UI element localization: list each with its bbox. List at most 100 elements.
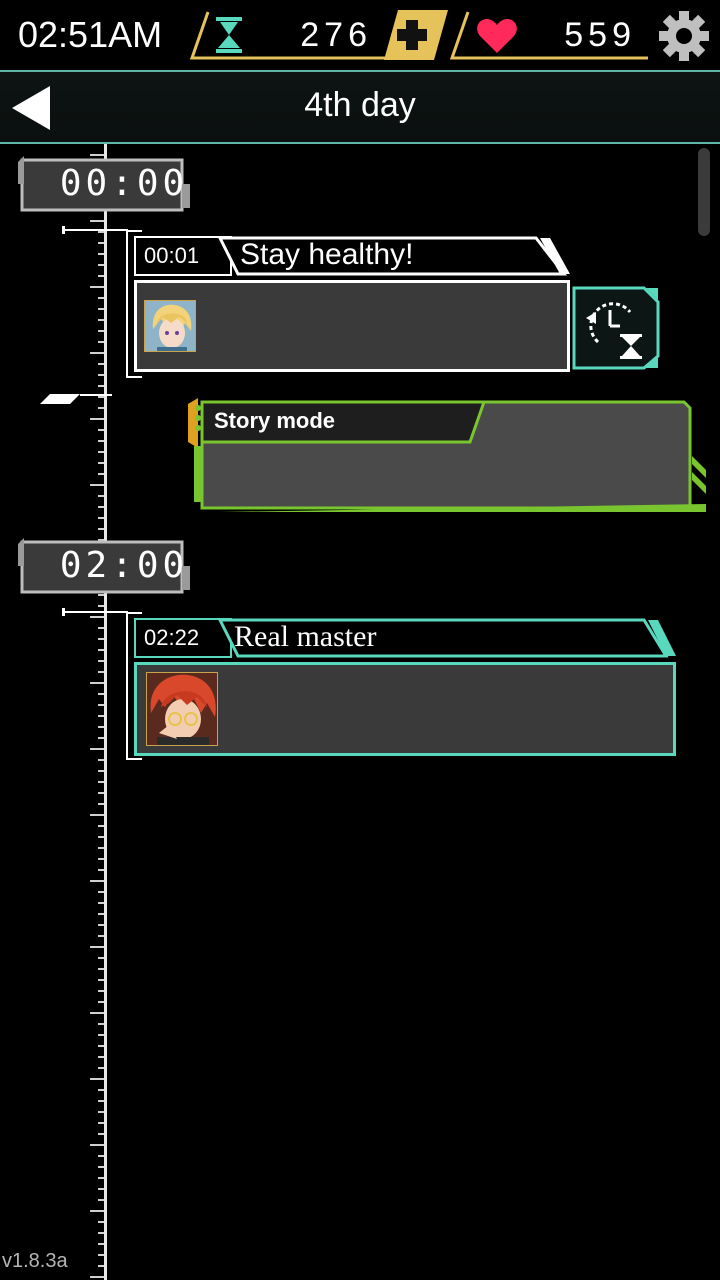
- chat-card-stay-healthy[interactable]: 00:01 Stay healthy!: [134, 236, 574, 376]
- timeline-tick: [98, 957, 104, 959]
- story-mode-label: Story mode: [214, 408, 336, 433]
- timeline-tick: [98, 308, 104, 310]
- timeline-tick: [90, 220, 104, 222]
- timeline-tick: [98, 1056, 104, 1058]
- timeline-tick: [98, 781, 104, 783]
- timeline-tick: [98, 517, 104, 519]
- timeline-tick: [98, 1254, 104, 1256]
- timeline-tick: [98, 726, 104, 728]
- timeline-tick: [98, 693, 104, 695]
- time-slot-label: 02:00: [59, 545, 189, 586]
- timeline-tick: [90, 748, 104, 750]
- time-slot-02-00: 02:00: [18, 536, 192, 598]
- timeline-tick: [98, 847, 104, 849]
- timeline-tick: [98, 528, 104, 530]
- chat-body: [134, 280, 570, 372]
- timeline-tick: [98, 1243, 104, 1245]
- timeline-tick: [90, 418, 104, 420]
- timeline-tick: [98, 803, 104, 805]
- timeline-tick: [98, 715, 104, 717]
- timeline-tick: [98, 649, 104, 651]
- timeline-tick: [98, 968, 104, 970]
- timeline-tick: [98, 671, 104, 673]
- timeline-tick: [98, 1232, 104, 1234]
- heart-counter: 559: [450, 10, 650, 60]
- timeline-tick: [98, 627, 104, 629]
- timeline-tick: [98, 1133, 104, 1135]
- time-travel-button[interactable]: [572, 284, 660, 370]
- timeline-tick: [98, 1188, 104, 1190]
- timeline-tick: [98, 1023, 104, 1025]
- timeline-tick: [98, 913, 104, 915]
- timeline-tick: [98, 1089, 104, 1091]
- timeline-tick: [98, 407, 104, 409]
- timeline-tick: [90, 1078, 104, 1080]
- timeline-tick: [98, 935, 104, 937]
- hourglass-icon: [216, 17, 242, 53]
- status-bar: 02:51AM 276 559: [0, 0, 720, 70]
- timeline-tick: [98, 660, 104, 662]
- scrollbar[interactable]: [698, 148, 710, 236]
- timeline-tick: [98, 506, 104, 508]
- clock-text: 02:51AM: [18, 14, 163, 55]
- timeline-tick: [90, 616, 104, 618]
- hourglass-count: 276: [300, 16, 372, 54]
- timeline-line: [104, 144, 107, 1280]
- timeline-tick: [98, 473, 104, 475]
- timeline-tick: [98, 330, 104, 332]
- timeline-tick: [98, 704, 104, 706]
- timeline-tick: [98, 1111, 104, 1113]
- timeline-tick: [98, 363, 104, 365]
- heart-count: 559: [564, 16, 636, 54]
- timeline-tick: [98, 1122, 104, 1124]
- timeline-tick: [98, 638, 104, 640]
- timeline-tick: [90, 1144, 104, 1146]
- page-title: 4th day: [304, 86, 416, 124]
- timeline-tick: [98, 759, 104, 761]
- timeline-tick: [98, 1045, 104, 1047]
- timeline-tick: [98, 495, 104, 497]
- time-slot-00-00: 00:00: [18, 154, 192, 216]
- timeline-tick: [98, 902, 104, 904]
- add-hourglass-button[interactable]: [384, 10, 448, 60]
- timeline-tick: [98, 825, 104, 827]
- timeline-tick: [98, 979, 104, 981]
- timeline-tick: [98, 253, 104, 255]
- timeline-tick: [98, 341, 104, 343]
- timeline-tick: [98, 792, 104, 794]
- timeline-tick: [98, 1067, 104, 1069]
- gear-icon[interactable]: [658, 10, 710, 62]
- chat-card-real-master[interactable]: 02:22 Real master: [134, 618, 678, 758]
- chat-connector: [62, 608, 128, 616]
- timeline-tick: [90, 1276, 104, 1278]
- hourglass-counter: 276: [190, 10, 390, 60]
- timeline-tick: [98, 429, 104, 431]
- timeline-tick: [90, 1210, 104, 1212]
- timeline-tick: [98, 462, 104, 464]
- timeline-tick: [98, 1221, 104, 1223]
- timeline-tick: [98, 319, 104, 321]
- timeline-tick: [90, 682, 104, 684]
- time-slot-label: 00:00: [59, 163, 189, 204]
- chat-connector: [62, 226, 128, 234]
- timeline-tick: [90, 286, 104, 288]
- timeline-tick: [98, 275, 104, 277]
- timeline-tick: [90, 1012, 104, 1014]
- timeline-tick: [98, 737, 104, 739]
- timeline-tick: [98, 1199, 104, 1201]
- timeline-tick: [98, 440, 104, 442]
- timeline-tick: [90, 352, 104, 354]
- timeline-tick: [90, 814, 104, 816]
- chat-title: Real master: [234, 620, 377, 653]
- timeline-tick: [98, 385, 104, 387]
- timeline-tick: [98, 891, 104, 893]
- timeline-tick: [98, 858, 104, 860]
- chat-title: Stay healthy!: [240, 238, 414, 271]
- timeline-tick: [98, 1265, 104, 1267]
- timeline-tick: [98, 297, 104, 299]
- timeline-tick: [98, 1001, 104, 1003]
- timeline-tick: [98, 451, 104, 453]
- timeline-tick: [90, 484, 104, 486]
- day-header: 4th day: [0, 70, 720, 144]
- red-haired-character-avatar: [146, 672, 218, 746]
